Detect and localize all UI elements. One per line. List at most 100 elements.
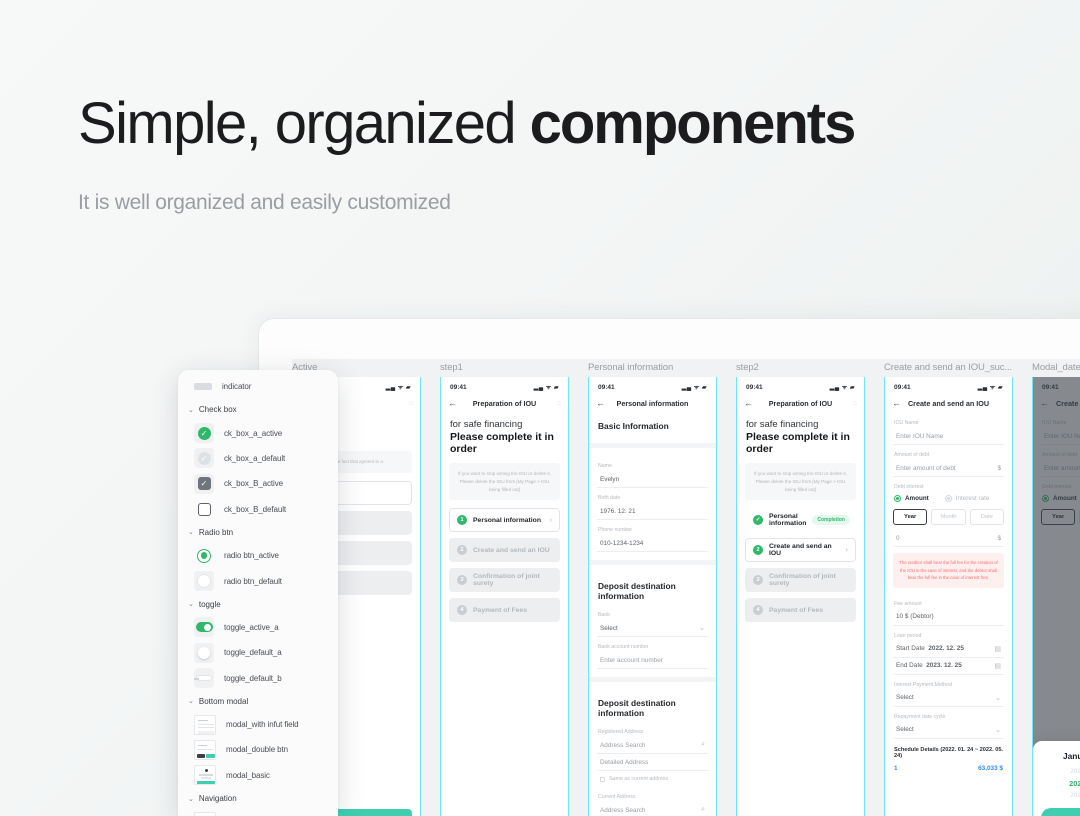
frame-label-personal-information[interactable]: Personal information xyxy=(588,359,717,377)
frame-label-step1[interactable]: step1 xyxy=(440,359,569,377)
amount-input[interactable]: Enter amount of debt xyxy=(1041,460,1080,477)
repayment-cycle-select[interactable]: Select ⌄ xyxy=(893,722,1004,739)
detailed-address-input[interactable]: Detailed Address xyxy=(597,754,708,771)
search-icon[interactable]: ⌕ xyxy=(701,741,705,749)
date-picker-wheels[interactable]: 2021 2022 2023 12 01 02 xyxy=(1041,768,1080,799)
frame-label-step2[interactable]: step2 xyxy=(736,359,865,377)
refresh-icon[interactable]: ◌ xyxy=(557,400,561,407)
arrow-left-icon[interactable]: ← xyxy=(744,398,753,408)
step-item-1[interactable]: ✓ Personal information Completion xyxy=(745,508,856,533)
component-item-ck-box-b-default[interactable]: ck_box_B_default xyxy=(188,497,328,522)
arrow-left-icon[interactable]: ← xyxy=(596,398,605,408)
group-check-box[interactable]: ⌄ Check box xyxy=(188,399,328,420)
step-item-1[interactable]: 1 Personal information › xyxy=(449,508,560,533)
start-date-field[interactable]: Start Date 2022. 12. 25 ▤ xyxy=(893,641,1004,658)
frame-personal-information[interactable]: Personal information 09:41 ▂▄ ᯤ ▰ ← Pers… xyxy=(588,359,736,816)
radio-interest-rate[interactable]: Interest rate xyxy=(944,495,989,502)
step-item-2[interactable]: 2 Create and send an IOU › xyxy=(745,538,856,563)
component-item-ck-box-a-active[interactable]: ✓ ck_box_a_active xyxy=(188,420,328,445)
amount-input[interactable]: Enter amount of debt $ xyxy=(893,460,1004,477)
panel-list: indicator ⌄ Check box ✓ ck_box_a_active … xyxy=(178,374,338,816)
component-item-toggle-default-a[interactable]: toggle_default_a xyxy=(188,640,328,665)
current-address-input[interactable]: Address Search ⌕ xyxy=(597,802,708,816)
phone-field[interactable]: 010-1234-1234 xyxy=(597,535,708,552)
address-search-input[interactable]: Address Search ⌕ xyxy=(597,737,708,754)
amount-label: Amount of debt xyxy=(894,452,930,458)
group-label: Radio btn xyxy=(198,527,234,537)
segment-year[interactable]: Year xyxy=(893,509,928,525)
radio-amount[interactable]: Amount xyxy=(1042,495,1077,502)
chevron-down-icon[interactable]: ⌄ xyxy=(188,795,194,803)
frame-label-date-picker[interactable]: Modal_date picker xyxy=(1032,359,1080,377)
component-item-card-c[interactable]: card_c xyxy=(188,809,328,816)
year-option[interactable]: 2021 xyxy=(1070,768,1080,775)
phone-personal-information[interactable]: 09:41 ▂▄ ᯤ ▰ ← Personal information Basi… xyxy=(588,377,717,816)
year-option-selected[interactable]: 2022 xyxy=(1069,779,1080,788)
component-item-radio-active[interactable]: radio btn_active xyxy=(188,543,328,568)
segment-date[interactable]: Date xyxy=(969,509,1004,525)
step-item-4[interactable]: 4 Payment of Fees xyxy=(745,598,856,623)
step-item-4[interactable]: 4 Payment of Fees xyxy=(449,598,560,623)
year-wheel[interactable]: 2021 2022 2023 xyxy=(1069,768,1080,799)
frame-label-create-iou[interactable]: Create and send an IOU_suc... xyxy=(884,359,1013,377)
step-label: Personal information xyxy=(769,513,807,528)
component-item-modal-with-input-field[interactable]: modal_with infut field xyxy=(188,712,328,737)
phone-step2[interactable]: 09:41 ▂▄ ᯤ ▰ ← Preparation of IOU ◌ for … xyxy=(736,377,865,816)
chevron-down-icon[interactable]: ⌄ xyxy=(188,697,194,705)
same-address-checkbox[interactable]: Same as current address xyxy=(589,771,716,787)
step-item-2[interactable]: 2 Create and send an IOU xyxy=(449,538,560,563)
account-input[interactable]: Enter account number xyxy=(597,652,708,669)
refresh-icon[interactable]: ◌ xyxy=(409,400,413,407)
component-item-modal-double-btn[interactable]: modal_double btn xyxy=(188,737,328,762)
frame-step1[interactable]: step1 09:41 ▂▄ ᯤ ▰ ← Preparation of IOU … xyxy=(440,359,588,816)
component-label: toggle_active_a xyxy=(224,622,279,632)
repayment-cycle-value: Select xyxy=(896,726,914,734)
component-item-toggle-default-b[interactable]: toggle_default_b xyxy=(188,666,328,691)
confirm-button[interactable]: Confirm xyxy=(1041,808,1080,816)
interest-amount-value: 0 xyxy=(896,534,900,542)
birthdate-field[interactable]: 1976. 12. 21 xyxy=(597,503,708,520)
chevron-down-icon[interactable]: ⌄ xyxy=(188,600,194,608)
arrow-left-icon[interactable]: ← xyxy=(1040,398,1049,408)
search-icon[interactable]: ⌕ xyxy=(701,806,705,814)
date-picker-sheet[interactable]: January 27, 2022 2021 2022 2023 12 01 02 xyxy=(1033,741,1080,816)
chevron-down-icon[interactable]: ⌄ xyxy=(188,406,194,414)
component-item-ck-box-a-default[interactable]: ✓ ck_box_a_default xyxy=(188,446,328,471)
radio-amount[interactable]: Amount xyxy=(894,495,929,502)
design-canvas[interactable]: Active 09:41 ▂▄ ᯤ ▰ ◌ ut r's n the fact … xyxy=(292,359,1080,816)
group-radio-btn[interactable]: ⌄ Radio btn xyxy=(188,522,328,543)
step-item-3[interactable]: 3 Confirmation of joint surety xyxy=(449,568,560,593)
component-item-radio-default[interactable]: radio btn_default xyxy=(188,568,328,593)
arrow-left-icon[interactable]: ← xyxy=(892,398,901,408)
status-icons: ▂▄ ᯤ ▰ xyxy=(385,385,411,391)
component-item-modal-basic[interactable]: modal_basic xyxy=(188,763,328,788)
phone-create-iou[interactable]: 09:41 ▂▄ ᯤ ▰ ← Create and send an IOU IO… xyxy=(884,377,1013,816)
payment-method-select[interactable]: Select ⌄ xyxy=(893,690,1004,707)
iou-name-input[interactable]: Enter IOU Name xyxy=(893,428,1004,445)
phone-step1[interactable]: 09:41 ▂▄ ᯤ ▰ ← Preparation of IOU ◌ for … xyxy=(440,377,569,816)
segment-year[interactable]: Year xyxy=(1041,509,1076,525)
arrow-left-icon[interactable]: ← xyxy=(448,398,457,408)
iou-name-input[interactable]: Enter IOU Name xyxy=(1041,428,1080,445)
frame-step2[interactable]: step2 09:41 ▂▄ ᯤ ▰ ← Preparation of IOU … xyxy=(736,359,884,816)
refresh-icon[interactable]: ◌ xyxy=(853,400,857,407)
bank-select[interactable]: Select ⌄ xyxy=(597,620,708,637)
components-panel[interactable]: indicator ⌄ Check box ✓ ck_box_a_active … xyxy=(178,370,338,816)
frame-create-iou[interactable]: Create and send an IOU_suc... 09:41 ▂▄ ᯤ… xyxy=(884,359,1032,816)
chevron-down-icon[interactable]: ⌄ xyxy=(188,528,194,536)
segment-month[interactable]: Month xyxy=(931,509,966,525)
calendar-icon[interactable]: ▤ xyxy=(994,645,1001,653)
group-navigation[interactable]: ⌄ Navigation xyxy=(188,788,328,809)
step-item-3[interactable]: 3 Confirmation of joint surety xyxy=(745,568,856,593)
group-bottom-modal[interactable]: ⌄ Bottom modal xyxy=(188,691,328,712)
group-toggle[interactable]: ⌄ toggle xyxy=(188,594,328,615)
frame-date-picker[interactable]: Modal_date picker 09:41 ▂▄ ᯤ ▰ ← Create … xyxy=(1032,359,1080,816)
component-item-ck-box-b-active[interactable]: ✓ ck_box_B_active xyxy=(188,471,328,496)
component-item-toggle-active-a[interactable]: toggle_active_a xyxy=(188,615,328,640)
end-date-field[interactable]: End Date 2023. 12. 25 ▤ xyxy=(893,658,1004,675)
name-field[interactable]: Evelyn xyxy=(597,471,708,488)
calendar-icon[interactable]: ▤ xyxy=(994,662,1001,670)
year-option[interactable]: 2023 xyxy=(1070,792,1080,799)
interest-amount-input[interactable]: 0 $ xyxy=(893,530,1004,547)
phone-date-picker[interactable]: 09:41 ▂▄ ᯤ ▰ ← Create and send an IOU IO… xyxy=(1032,377,1080,816)
